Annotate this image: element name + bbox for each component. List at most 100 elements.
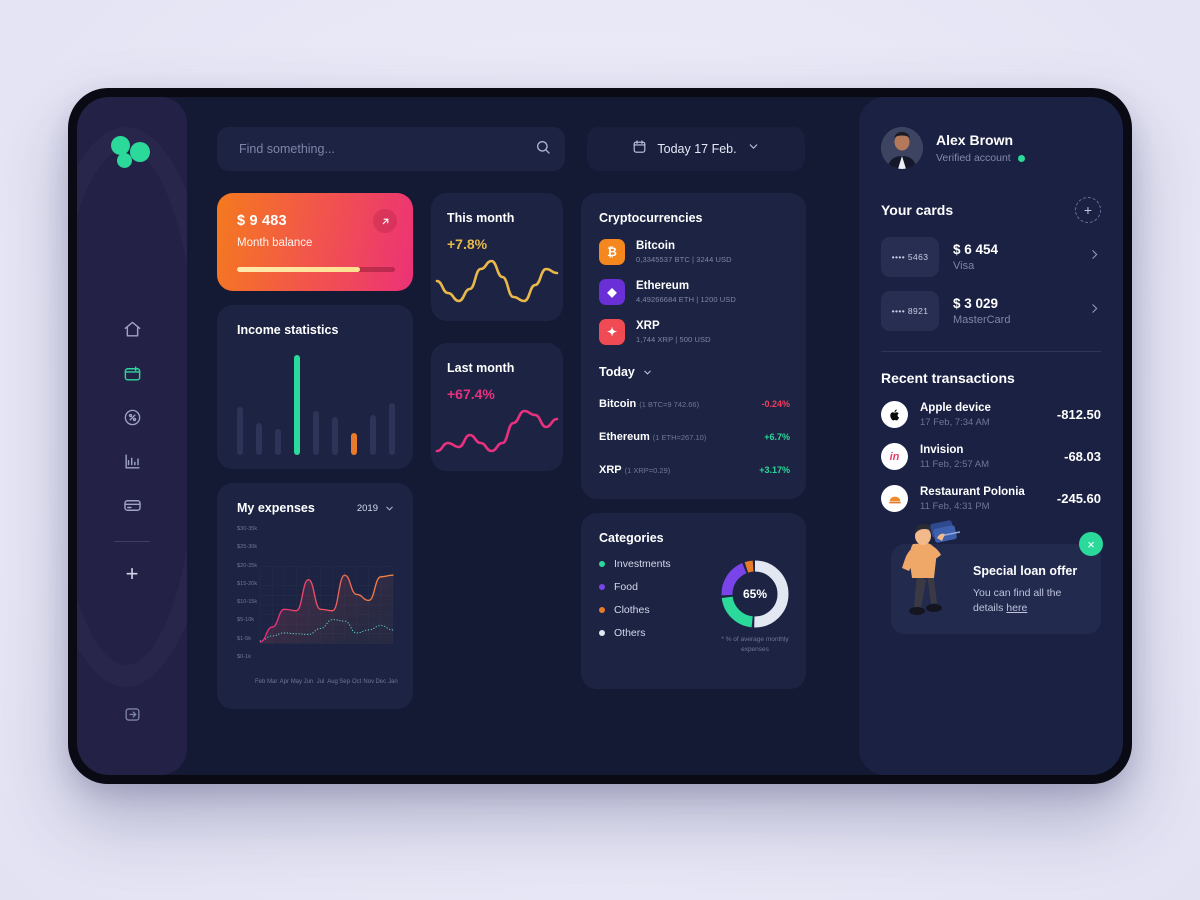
crypto-name: XRP [636,320,660,332]
sidebar-item-percent[interactable] [77,395,187,439]
card-item[interactable]: •••• 5463 $ 6 454 Visa [881,237,1101,277]
category-legend-label: Clothes [614,604,650,616]
search-input[interactable] [239,142,535,156]
today-selector[interactable]: Today [599,365,790,379]
chevron-right-icon[interactable] [1088,302,1101,320]
verified-dot [1017,154,1025,162]
today-label: Today [599,365,635,379]
income-bar [389,403,395,455]
this-month-change: +7.8% [447,236,488,252]
sidebar-divider [114,541,150,542]
special-offer-title: Special loan offer [973,564,1078,578]
cards-grid: $ 9 483 Month balance Income statistics [217,193,837,709]
special-offer-card: Special loan offer You can find all the … [881,520,1103,638]
expenses-y-tick: $0-1k [237,653,251,660]
crypto-name: Bitcoin [636,240,675,252]
crypto-row[interactable]: ◆ Ethereum 4,49266684 ETH | 1200 USD [599,279,790,305]
logout-icon[interactable] [77,697,187,731]
card-brand: MasterCard [953,314,1011,326]
expenses-x-tick: Mar [267,679,278,685]
transaction-row[interactable]: Restaurant Polonia 11 Feb, 4:31 PM -245.60 [881,485,1101,512]
income-bar [332,417,338,455]
income-bar [275,429,281,455]
sidebar-item-home[interactable] [77,307,187,351]
crypto-rate-name: Ethereum [599,431,650,443]
balance-progress [237,267,395,272]
column-middle: This month +7.8% Last month +67.4% [431,193,563,709]
column-right: Cryptocurrencies ₿ Bitcoin 0,3345537 BTC |… [581,193,806,709]
last-month-change: +67.4% [447,386,495,402]
crypto-row[interactable]: ₿ Bitcoin 0,3345537 BTC | 3244 USD [599,239,790,265]
categories-card: Categories Investments Food Clothes Others … [581,513,806,689]
expenses-x-tick: Oct [352,679,362,685]
crypto-rate-change: -0.24% [761,399,790,409]
crypto-detail: 1,744 XRP | 500 USD [636,335,711,344]
person-holding-cards-illustration [902,520,961,615]
income-bar [313,411,319,455]
add-card-button[interactable]: + [1075,197,1101,223]
search-icon[interactable] [535,139,551,160]
expenses-y-tick: $20-25k [237,562,258,569]
this-month-title: This month [447,211,515,225]
expenses-x-tick: Aug [327,679,338,685]
arrow-up-right-icon[interactable] [373,209,397,233]
screenshot-root: + Find something... Today 17 Feb. $ 9 48… [0,0,1200,900]
crypto-row[interactable]: ✦ XRP 1,744 XRP | 500 USD [599,319,790,345]
card-amount: $ 6 454 [953,242,999,257]
crypto-name: Ethereum [636,280,690,292]
expenses-x-tick: Apr [279,679,289,685]
crypto-rate-change: +3.17% [759,465,790,475]
date-picker[interactable]: Today 17 Feb. [587,127,805,171]
sidebar-item-wallet[interactable] [77,351,187,395]
categories-title: Categories [599,531,664,545]
income-bar [237,407,243,455]
special-offer-text: You can find all the details here [973,586,1085,616]
special-offer-link[interactable]: here [1006,602,1027,614]
column-left: $ 9 483 Month balance Income statistics [217,193,413,709]
chevron-down-icon [747,140,760,158]
your-cards-title: Your cards [881,202,954,218]
expenses-y-tick: $25-30k [237,544,258,551]
panel-divider [881,351,1101,352]
crypto-detail: 4,49266684 ETH | 1200 USD [636,295,736,304]
balance-amount: $ 9 483 [237,213,287,229]
sidebar-item-chart[interactable] [77,439,187,483]
transaction-name: Invision [920,443,964,456]
calendar-icon [632,139,647,159]
expenses-x-tick: Jun [303,679,314,685]
income-title: Income statistics [237,323,339,337]
expenses-x-tick: Jan [388,679,398,685]
expenses-header: My expenses 2019 [237,501,395,515]
transaction-row[interactable]: in Invision 11 Feb, 2:57 AM -68.03 [881,443,1101,470]
card-item[interactable]: •••• 8921 $ 3 029 MasterCard [881,291,1101,331]
last-month-title: Last month [447,361,515,375]
expenses-x-tick: Sep [339,679,350,685]
crypto-rate-row: Ethereum (1 ETH=267.10) +6.7% [599,427,790,445]
category-legend-label: Food [614,581,638,593]
crypto-icon: ₿ [599,239,625,265]
sidebar-item-card[interactable] [77,483,187,527]
transaction-time: 11 Feb, 4:31 PM [920,500,990,512]
left-sidebar: + [77,97,187,775]
chevron-right-icon[interactable] [1088,248,1101,266]
crypto-rates-list: Bitcoin (1 BTC=9 742.66) -0.24% Ethereum (1 … [599,394,790,478]
crypto-rate-row: Bitcoin (1 BTC=9 742.66) -0.24% [599,394,790,412]
profile-name: Alex Brown [936,132,1014,148]
expenses-year-select[interactable]: 2019 [357,503,395,514]
cryptocurrencies-card: Cryptocurrencies ₿ Bitcoin 0,3345537 BTC |… [581,193,806,499]
transactions-list: Apple device 17 Feb, 7:34 AM -812.50 in Invi… [881,401,1101,512]
transaction-row[interactable]: Apple device 17 Feb, 7:34 AM -812.50 [881,401,1101,428]
income-bar [256,423,262,455]
expenses-x-tick: Feb [255,679,266,685]
app-logo[interactable] [111,136,153,172]
expenses-year-label: 2019 [356,502,378,514]
crypto-rate-value: (1 BTC=9 742.66) [639,400,700,409]
card-mask: •••• 5463 [881,237,939,277]
user-profile[interactable]: Alex Brown Verified account [881,127,1101,169]
search-box[interactable] [217,127,565,171]
crypto-title: Cryptocurrencies [599,211,703,225]
invision-icon: in [881,443,908,470]
month-balance-card[interactable]: $ 9 483 Month balance [217,193,413,291]
close-icon[interactable]: × [1079,532,1103,556]
sidebar-add-button[interactable]: + [77,554,187,594]
